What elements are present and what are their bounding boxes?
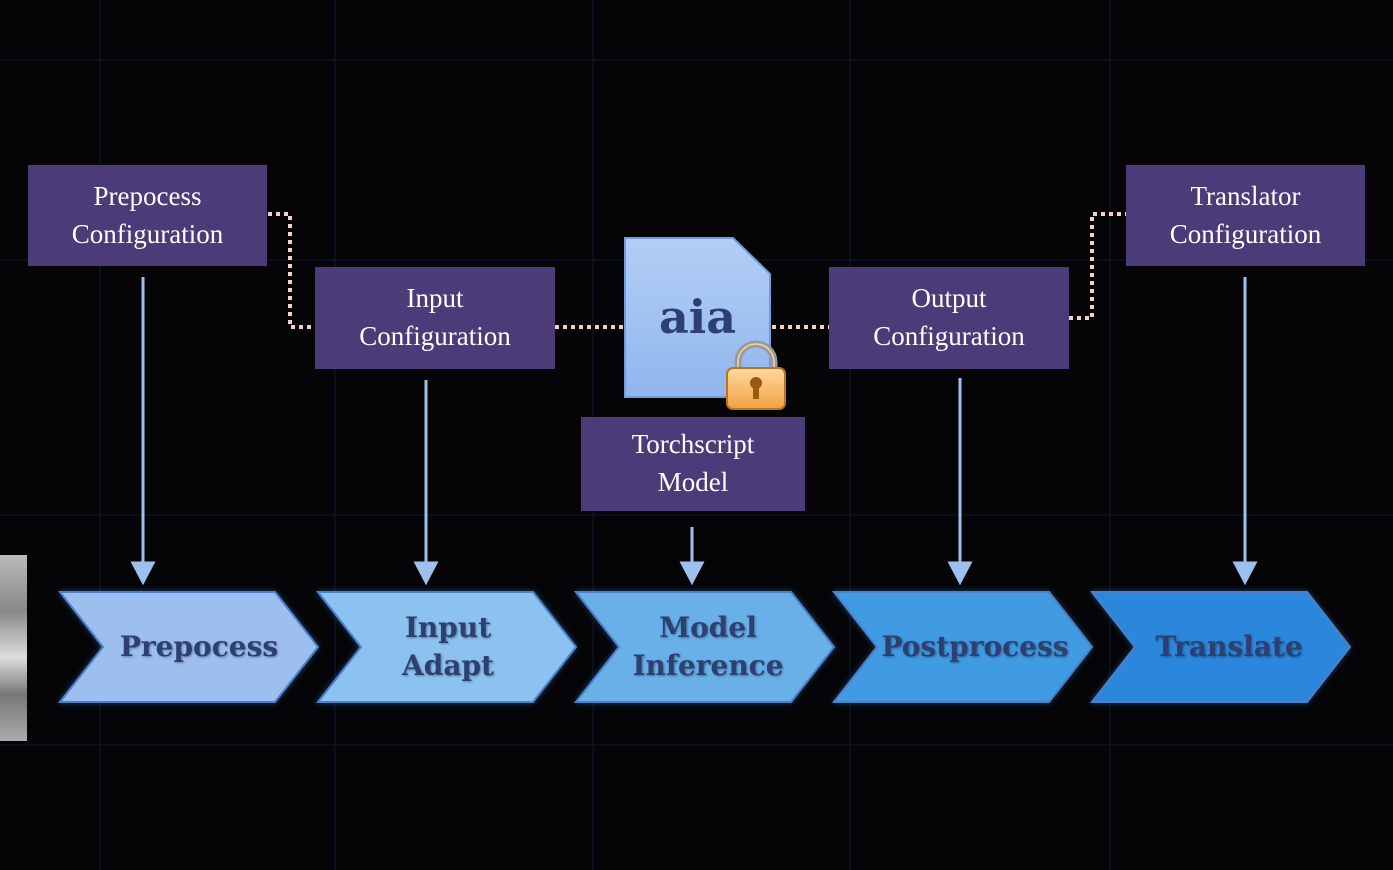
chevron-label-prepocess: Prepocess — [100, 592, 298, 702]
box-line: Configuration — [873, 321, 1025, 351]
chevron-line: Postprocess — [881, 630, 1069, 664]
box-line: Input — [406, 283, 464, 314]
torchscript-model-box: Torchscript Model — [581, 417, 805, 511]
box-line: Translator — [1190, 180, 1301, 211]
chevron-label-input-adapt: Input Adapt — [358, 592, 538, 702]
input-configuration-box: Input Configuration — [315, 267, 555, 369]
output-configuration-box: Output Configuration — [829, 267, 1069, 369]
link-output-to-translator — [1069, 212, 1126, 320]
chevron-line: Adapt — [402, 649, 494, 682]
chevron-label-postprocess: Postprocess — [870, 592, 1080, 702]
chevron-line: Model — [659, 611, 757, 645]
chevron-line: Translate — [1155, 630, 1303, 664]
box-line: Output — [911, 283, 987, 314]
box-line: Model — [657, 467, 729, 497]
chevron-label-translate: Translate — [1130, 592, 1328, 702]
box-line: Torchscript — [631, 429, 755, 460]
translator-configuration-box: Translator Configuration — [1126, 165, 1365, 266]
box-line: Configuration — [71, 218, 224, 249]
chevron-line: Prepocess — [119, 630, 279, 664]
chevron-line: Inference — [632, 649, 784, 682]
chevron-label-model-inference: Model Inference — [616, 592, 800, 702]
link-prepocess-to-input — [268, 212, 315, 329]
box-line: Configuration — [359, 321, 511, 351]
box-line: Configuration — [1169, 218, 1322, 249]
chevron-line: Input — [404, 611, 492, 645]
box-line: Prepocess — [93, 180, 202, 211]
file-icon-label: aia — [658, 290, 737, 344]
prepocess-configuration-box: Prepocess Configuration — [28, 165, 267, 266]
